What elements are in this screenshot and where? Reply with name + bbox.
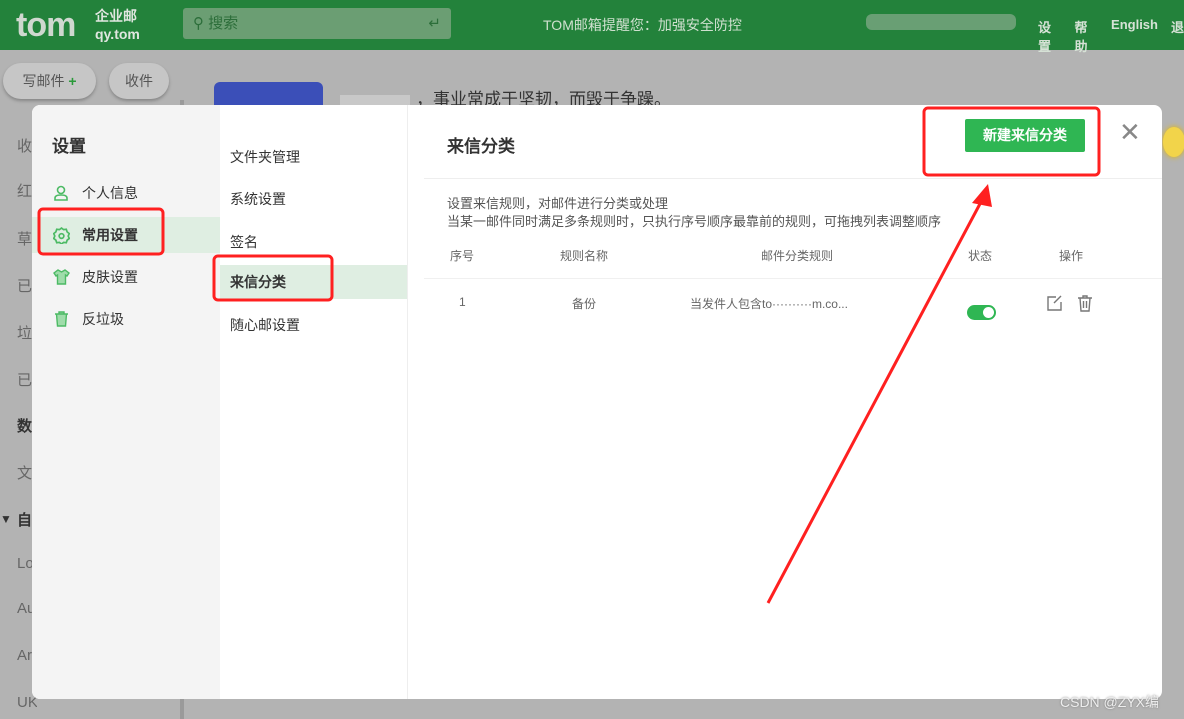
nav-label: 常用设置 <box>82 227 138 243</box>
gear-icon <box>52 226 70 244</box>
user-icon <box>52 184 70 202</box>
col-header-actions: 操作 <box>1059 249 1084 263</box>
compose-label: 写邮件 <box>22 73 65 89</box>
search-placeholder: 搜索 <box>208 15 239 32</box>
col-header-rule: 邮件分类规则 <box>761 249 834 263</box>
cell-name: 备份 <box>572 297 597 311</box>
subnav-system-settings[interactable]: 系统设置 <box>220 182 407 216</box>
edit-icon[interactable] <box>1046 295 1063 317</box>
blurred-account <box>866 14 1016 30</box>
compose-button[interactable]: 写邮件 + <box>3 63 96 99</box>
classification-panel: 来信分类 新建来信分类 ✕ 设置来信规则，对邮件进行分类或处理当某一邮件同时满足… <box>409 105 1162 699</box>
folder-group[interactable]: 数 <box>17 415 32 436</box>
folder-item[interactable]: Lo <box>17 555 32 572</box>
enter-icon[interactable]: ↵ <box>428 8 441 39</box>
nav-skin-settings[interactable]: 皮肤设置 <box>32 259 220 295</box>
divider <box>424 178 1162 179</box>
col-header-index: 序号 <box>450 249 475 263</box>
row-divider <box>424 278 1162 279</box>
desc-line-2: 当某一邮件同时满足多条规则时，只执行序号顺序最靠前的规则，可拖拽列表调整顺序 <box>447 214 942 229</box>
cell-rule: 当发件人包含to··········m.co... <box>690 297 848 311</box>
caret-down-icon[interactable]: ▼ <box>0 512 12 526</box>
subnav-folder-management[interactable]: 文件夹管理 <box>220 140 407 174</box>
nav-label: 皮肤设置 <box>82 269 138 285</box>
delete-icon[interactable] <box>1077 295 1093 317</box>
subnav-suixinyou-settings[interactable]: 随心邮设置 <box>220 308 407 342</box>
description: 设置来信规则，对邮件进行分类或处理当某一邮件同时满足多条规则时，只执行序号顺序最… <box>447 195 941 231</box>
folder-item[interactable]: Ar <box>17 647 32 664</box>
settings-title: 设置 <box>52 137 86 156</box>
folder-item[interactable]: Au <box>17 600 32 617</box>
subnav-mail-classification[interactable]: 来信分类 <box>220 265 407 299</box>
link-english[interactable]: English <box>1111 17 1158 55</box>
cell-index: 1 <box>459 295 466 309</box>
inbox-button[interactable]: 收件 <box>109 63 169 99</box>
logo-subtitle: 企业邮 qy.tom <box>95 7 140 43</box>
link-help[interactable]: 帮助 <box>1075 17 1099 55</box>
settings-modal: 设置 个人信息 常用设置 皮肤设置 反垃圾 文件夹管理 系统设置 签名 来信分类… <box>32 105 1162 699</box>
top-links: 设置 帮助 English 退 <box>1038 17 1184 55</box>
plus-icon: + <box>68 73 77 89</box>
link-settings[interactable]: 设置 <box>1038 17 1062 55</box>
desc-line-1: 设置来信规则，对邮件进行分类或处理 <box>447 196 669 211</box>
top-header: tom 企业邮 qy.tom ⚲ 搜索 ↵ TOM邮箱提醒您：加强安全防控 设置 … <box>0 0 1184 54</box>
watermark: CSDN @ZYX编 <box>1060 694 1159 710</box>
shirt-icon <box>52 268 70 286</box>
folder-item[interactable]: 红 <box>17 180 32 201</box>
logo[interactable]: tom <box>16 6 76 45</box>
status-toggle[interactable] <box>967 305 996 320</box>
nav-label: 个人信息 <box>82 185 138 201</box>
col-header-status: 状态 <box>968 249 993 263</box>
new-classification-button[interactable]: 新建来信分类 <box>965 119 1085 152</box>
search-input[interactable]: ⚲ 搜索 ↵ <box>183 8 451 39</box>
folder-item[interactable]: 收 <box>17 135 32 156</box>
trash-icon <box>52 310 70 328</box>
logo-sub-1: 企业邮 <box>95 8 137 24</box>
close-icon[interactable]: ✕ <box>1119 119 1141 145</box>
folder-item[interactable]: 已 <box>17 275 32 296</box>
nav-general-settings[interactable]: 常用设置 <box>32 217 220 253</box>
security-notice: TOM邮箱提醒您：加强安全防控 <box>543 17 742 33</box>
nav-personal-info[interactable]: 个人信息 <box>32 175 220 211</box>
logo-sub-2: qy.tom <box>95 26 140 42</box>
link-logout[interactable]: 退 <box>1171 17 1184 55</box>
panel-title: 来信分类 <box>447 137 515 156</box>
nav-label: 反垃圾 <box>82 311 124 327</box>
settings-nav: 设置 个人信息 常用设置 皮肤设置 反垃圾 <box>32 105 220 699</box>
folder-item[interactable]: 已 <box>17 369 32 390</box>
folder-group[interactable]: 自 <box>17 509 32 530</box>
search-icon: ⚲ <box>193 15 204 32</box>
folder-item[interactable]: 文 <box>17 462 32 483</box>
folder-item[interactable]: 草 <box>17 228 32 249</box>
subnav-signature[interactable]: 签名 <box>220 225 407 259</box>
settings-subnav: 文件夹管理 系统设置 签名 来信分类 随心邮设置 <box>220 105 408 699</box>
decorative-sun <box>1163 127 1184 157</box>
col-header-name: 规则名称 <box>560 249 609 263</box>
folder-item[interactable]: 垃 <box>17 322 32 343</box>
nav-anti-spam[interactable]: 反垃圾 <box>32 301 220 337</box>
